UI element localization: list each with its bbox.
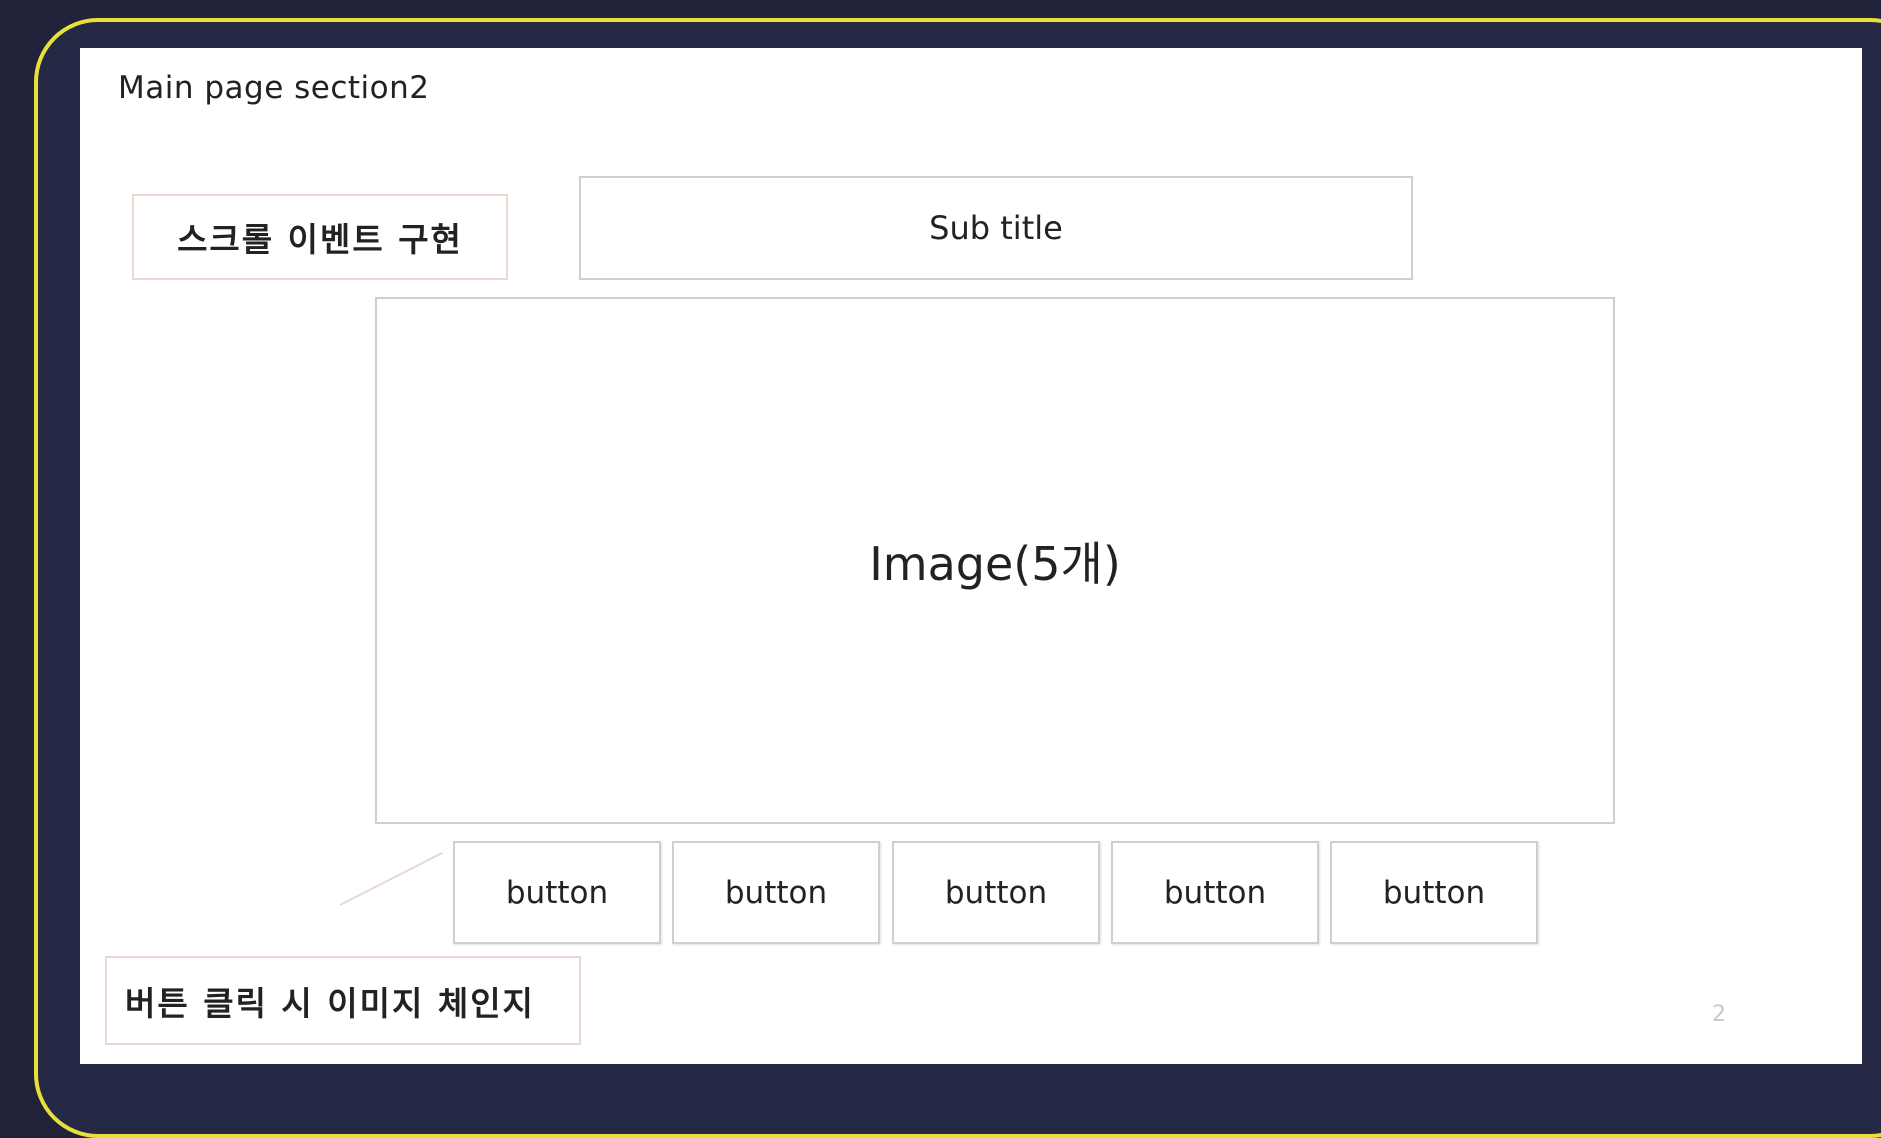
image-button-1[interactable]: button: [453, 841, 661, 944]
image-button-2[interactable]: button: [672, 841, 880, 944]
button-click-note: 버튼 클릭 시 이미지 체인지: [105, 956, 581, 1045]
page-number: 2: [1712, 1002, 1726, 1027]
scroll-event-note: 스크롤 이벤트 구현: [132, 194, 508, 280]
image-button-3[interactable]: button: [892, 841, 1100, 944]
page-title: Main page section2: [118, 70, 430, 106]
note-connector-line: [339, 851, 443, 906]
image-button-4[interactable]: button: [1111, 841, 1319, 944]
image-button-5[interactable]: button: [1330, 841, 1538, 944]
subtitle-box: Sub title: [579, 176, 1413, 280]
image-placeholder: Image(5개): [375, 297, 1615, 824]
slide-canvas: Main page section2 스크롤 이벤트 구현 Sub title …: [80, 48, 1862, 1064]
